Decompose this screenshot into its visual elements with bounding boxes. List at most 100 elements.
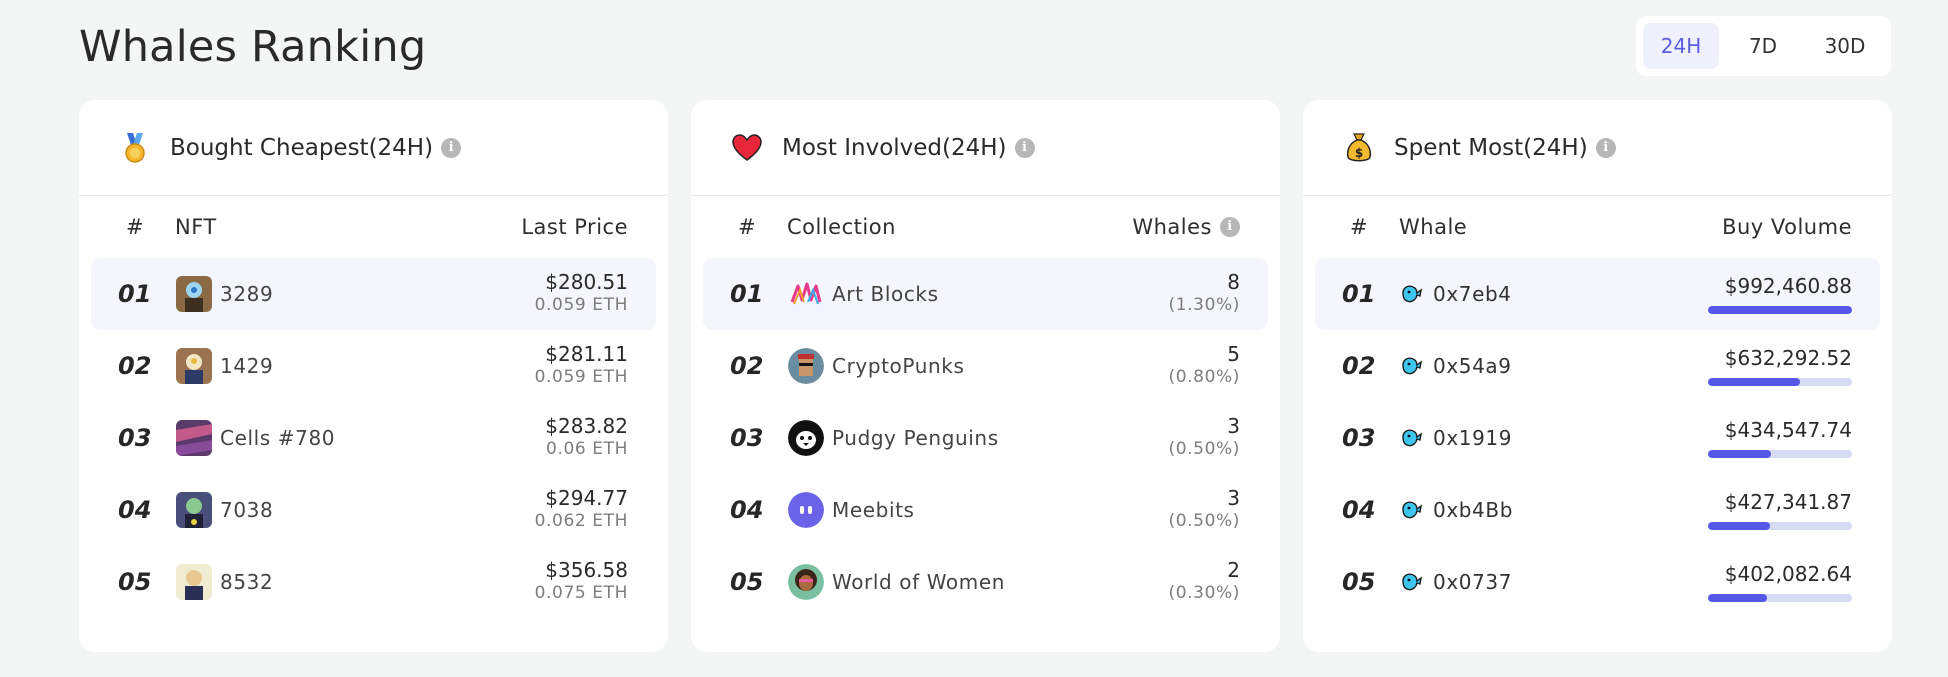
column-headers: # Whale Buy Volume: [1303, 196, 1892, 258]
money-bag-icon: $: [1343, 132, 1375, 164]
nft-thumbnail: [176, 492, 212, 528]
whale-percent: (1.30%): [1168, 295, 1240, 315]
table-row[interactable]: 03 Pudgy Penguins 3 (0.50%): [703, 402, 1268, 474]
heart-icon: [731, 132, 763, 164]
last-price-usd: $283.82: [545, 414, 628, 438]
col-rank: #: [738, 215, 757, 239]
card-header: Most Involved(24H) i: [691, 100, 1280, 196]
nft-name[interactable]: Cells #780: [220, 426, 335, 450]
last-price-usd: $281.11: [545, 342, 628, 366]
info-icon[interactable]: i: [1014, 137, 1035, 158]
buy-volume: $402,082.64: [1724, 562, 1852, 586]
nft-thumbnail: [176, 564, 212, 600]
period-tab-24h[interactable]: 24H: [1643, 23, 1719, 69]
collection-name[interactable]: Pudgy Penguins: [832, 426, 999, 450]
whale-icon: [1400, 426, 1424, 450]
table-row[interactable]: 05 World of Women 2 (0.30%): [703, 546, 1268, 618]
column-headers: # Collection Whales i: [691, 196, 1280, 258]
table-row[interactable]: 05 8532 $356.58 0.075 ETH: [91, 546, 656, 618]
table-row[interactable]: 01 0x7eb4 $992,460.88: [1315, 258, 1880, 330]
whale-percent: (0.50%): [1168, 439, 1240, 459]
table-row[interactable]: 01 Art Blocks 8 (1.30%): [703, 258, 1268, 330]
card-header: Bought Cheapest(24H) i: [79, 100, 668, 196]
last-price-usd: $294.77: [545, 486, 628, 510]
volume-bar-fill: [1708, 522, 1770, 530]
bought-cheapest-card: Bought Cheapest(24H) i # NFT Last Price …: [79, 100, 668, 652]
info-icon[interactable]: i: [1595, 137, 1616, 158]
row-rank: 03: [730, 424, 764, 452]
table-row[interactable]: 04 Meebits 3 (0.50%): [703, 474, 1268, 546]
col-last-price: Last Price: [521, 215, 628, 239]
row-rank: 01: [118, 280, 152, 308]
table-row[interactable]: 04 7038 $294.77 0.062 ETH: [91, 474, 656, 546]
whale-count: 3: [1227, 414, 1240, 438]
volume-bar-fill: [1708, 450, 1772, 458]
pudgy-penguins-logo: [788, 420, 824, 456]
world-of-women-logo: [788, 564, 824, 600]
info-icon[interactable]: i: [1220, 217, 1240, 237]
table-row[interactable]: 04 0xb4Bb $427,341.87: [1315, 474, 1880, 546]
last-price-eth: 0.075 ETH: [534, 583, 628, 603]
volume-bar: [1708, 306, 1852, 314]
info-icon[interactable]: i: [441, 137, 462, 158]
nft-name[interactable]: 8532: [220, 570, 273, 594]
volume-bar: [1708, 522, 1852, 530]
last-price-usd: $280.51: [545, 270, 628, 294]
col-whales-label: Whales: [1132, 215, 1212, 239]
whale-count: 5: [1227, 342, 1240, 366]
whale-count: 2: [1227, 558, 1240, 582]
col-collection: Collection: [787, 215, 896, 239]
row-rank: 05: [118, 568, 152, 596]
whale-address[interactable]: 0x54a9: [1433, 354, 1512, 378]
period-tab-30d[interactable]: 30D: [1807, 23, 1883, 69]
whale-address[interactable]: 0x1919: [1433, 426, 1512, 450]
whale-address[interactable]: 0x0737: [1433, 570, 1512, 594]
collection-name[interactable]: Art Blocks: [832, 282, 939, 306]
nft-name[interactable]: 3289: [220, 282, 273, 306]
whale-percent: (0.30%): [1168, 583, 1240, 603]
medal-icon: [119, 132, 151, 164]
nft-name[interactable]: 7038: [220, 498, 273, 522]
volume-bar: [1708, 378, 1852, 386]
row-rank: 03: [1342, 424, 1376, 452]
whale-address[interactable]: 0x7eb4: [1433, 282, 1512, 306]
col-whale: Whale: [1399, 215, 1468, 239]
nft-name[interactable]: 1429: [220, 354, 273, 378]
row-rank: 04: [730, 496, 764, 524]
cryptopunks-logo: [788, 348, 824, 384]
table-row[interactable]: 05 0x0737 $402,082.64: [1315, 546, 1880, 618]
table-row[interactable]: 02 0x54a9 $632,292.52: [1315, 330, 1880, 402]
row-rank: 05: [1342, 568, 1376, 596]
col-buy-volume: Buy Volume: [1722, 215, 1852, 239]
volume-bar: [1708, 450, 1852, 458]
table-row[interactable]: 02 1429 $281.11 0.059 ETH: [91, 330, 656, 402]
svg-text:$: $: [1355, 146, 1363, 160]
table-row[interactable]: 01 3289 $280.51 0.059 ETH: [91, 258, 656, 330]
whale-icon: [1400, 354, 1424, 378]
collection-name[interactable]: World of Women: [832, 570, 1005, 594]
last-price-eth: 0.059 ETH: [534, 295, 628, 315]
table-row[interactable]: 02 CryptoPunks 5 (0.80%): [703, 330, 1268, 402]
buy-volume: $632,292.52: [1724, 346, 1852, 370]
whale-address[interactable]: 0xb4Bb: [1433, 498, 1513, 522]
most-involved-card: Most Involved(24H) i # Collection Whales…: [691, 100, 1280, 652]
spent-most-card: $ Spent Most(24H) i # Whale Buy Volume 0…: [1303, 100, 1892, 652]
column-headers: # NFT Last Price: [79, 196, 668, 258]
period-tab-7d[interactable]: 7D: [1725, 23, 1801, 69]
nft-thumbnail: [176, 276, 212, 312]
last-price-eth: 0.06 ETH: [546, 439, 628, 459]
whale-icon: [1400, 498, 1424, 522]
volume-bar-fill: [1708, 594, 1768, 602]
collection-name[interactable]: Meebits: [832, 498, 915, 522]
period-switch: 24H 7D 30D: [1636, 16, 1891, 76]
buy-volume: $427,341.87: [1724, 490, 1852, 514]
table-row[interactable]: 03 0x1919 $434,547.74: [1315, 402, 1880, 474]
meebits-logo: [788, 492, 824, 528]
card-title: Most Involved(24H): [782, 134, 1007, 161]
whale-count: 8: [1227, 270, 1240, 294]
whale-count: 3: [1227, 486, 1240, 510]
whale-percent: (0.50%): [1168, 511, 1240, 531]
collection-name[interactable]: CryptoPunks: [832, 354, 964, 378]
table-row[interactable]: 03 Cells #780 $283.82 0.06 ETH: [91, 402, 656, 474]
row-rank: 02: [1342, 352, 1376, 380]
